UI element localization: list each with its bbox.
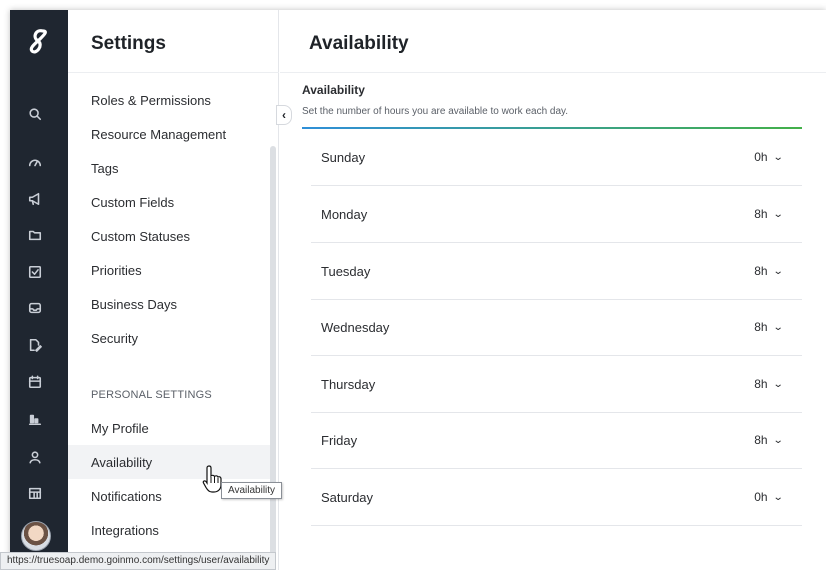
- chevron-down-icon: ⌄: [772, 151, 784, 163]
- hours-select[interactable]: 8h ⌄: [754, 377, 784, 391]
- inbox-icon[interactable]: [26, 299, 44, 317]
- day-name: Tuesday: [321, 263, 371, 279]
- bar-chart-icon[interactable]: [26, 410, 44, 428]
- hours-value: 8h: [754, 264, 768, 278]
- collapse-sidebar-button[interactable]: ‹: [276, 105, 292, 125]
- table-icon[interactable]: [26, 484, 44, 502]
- hours-value: 0h: [754, 150, 768, 164]
- chevron-down-icon: ⌄: [772, 321, 784, 333]
- megaphone-icon[interactable]: [26, 190, 44, 208]
- hours-value: 8h: [754, 377, 768, 391]
- day-name: Saturday: [321, 489, 374, 505]
- hours-select[interactable]: 8h ⌄: [754, 433, 784, 447]
- day-row-saturday: Saturday 0h ⌄: [311, 469, 802, 526]
- dashboard-icon[interactable]: [26, 153, 44, 171]
- status-bar-url: https://truesoap.demo.goinmo.com/setting…: [0, 552, 277, 570]
- day-row-tuesday: Tuesday 8h ⌄: [311, 243, 802, 300]
- main-header: Availability: [280, 10, 826, 73]
- day-name: Friday: [321, 432, 358, 448]
- hours-select[interactable]: 0h ⌄: [754, 150, 784, 164]
- search-icon[interactable]: [26, 105, 44, 123]
- chevron-down-icon: ⌄: [772, 265, 784, 277]
- page-title: Availability: [309, 33, 409, 54]
- sidebar-item-security[interactable]: Security: [68, 321, 271, 355]
- calendar-icon[interactable]: [26, 373, 44, 391]
- icon-rail: [10, 10, 68, 570]
- sidebar-item-resource-management[interactable]: Resource Management: [68, 117, 271, 151]
- hours-select[interactable]: 8h ⌄: [754, 264, 784, 278]
- checkbox-icon[interactable]: [26, 263, 44, 281]
- sidebar-item-priorities[interactable]: Priorities: [68, 253, 271, 287]
- hours-value: 8h: [754, 207, 768, 221]
- day-row-thursday: Thursday 8h ⌄: [311, 356, 802, 413]
- app-window: Settings Roles & Permissions Resource Ma…: [10, 10, 826, 570]
- day-name: Wednesday: [321, 319, 390, 335]
- chevron-down-icon: ⌄: [772, 491, 784, 503]
- day-name: Monday: [321, 206, 368, 222]
- hours-select[interactable]: 8h ⌄: [754, 320, 784, 334]
- logo-icon[interactable]: [10, 10, 68, 73]
- tooltip: Availability: [221, 482, 283, 499]
- hours-value: 8h: [754, 433, 768, 447]
- sidebar-item-my-profile[interactable]: My Profile: [68, 411, 271, 445]
- sidebar-item-tags[interactable]: Tags: [68, 151, 271, 185]
- chevron-left-icon: ‹: [282, 108, 286, 122]
- sidebar-scrollbar[interactable]: [270, 146, 276, 570]
- hours-select[interactable]: 8h ⌄: [754, 207, 784, 221]
- sidebar-item-roles-permissions[interactable]: Roles & Permissions: [68, 83, 271, 117]
- sidebar-item-custom-fields[interactable]: Custom Fields: [68, 185, 271, 219]
- hours-value: 8h: [754, 320, 768, 334]
- day-name: Thursday: [321, 376, 376, 392]
- day-row-monday: Monday 8h ⌄: [311, 186, 802, 243]
- day-row-friday: Friday 8h ⌄: [311, 412, 802, 469]
- sidebar-title: Settings: [91, 33, 166, 54]
- edit-icon[interactable]: [26, 336, 44, 354]
- panel-title: Availability: [302, 83, 365, 97]
- day-row-wednesday: Wednesday 8h ⌄: [311, 299, 802, 356]
- day-row-sunday: Sunday 0h ⌄: [311, 129, 802, 186]
- folder-icon[interactable]: [26, 226, 44, 244]
- sidebar-header: Settings: [68, 10, 279, 73]
- personal-settings-heading: PERSONAL SETTINGS: [91, 389, 212, 401]
- chevron-down-icon: ⌄: [772, 208, 784, 220]
- sidebar-item-custom-statuses[interactable]: Custom Statuses: [68, 219, 271, 253]
- sidebar-item-business-days[interactable]: Business Days: [68, 287, 271, 321]
- panel-description: Set the number of hours you are availabl…: [302, 106, 569, 117]
- sidebar-item-integrations[interactable]: Integrations: [68, 513, 271, 547]
- day-name: Sunday: [321, 149, 366, 165]
- hours-select[interactable]: 0h ⌄: [754, 490, 784, 504]
- user-icon[interactable]: [26, 448, 44, 466]
- sidebar-item-availability[interactable]: Availability: [68, 445, 271, 479]
- chevron-down-icon: ⌄: [772, 378, 784, 390]
- avatar[interactable]: [21, 521, 51, 551]
- hours-value: 0h: [754, 490, 768, 504]
- chevron-down-icon: ⌄: [772, 434, 784, 446]
